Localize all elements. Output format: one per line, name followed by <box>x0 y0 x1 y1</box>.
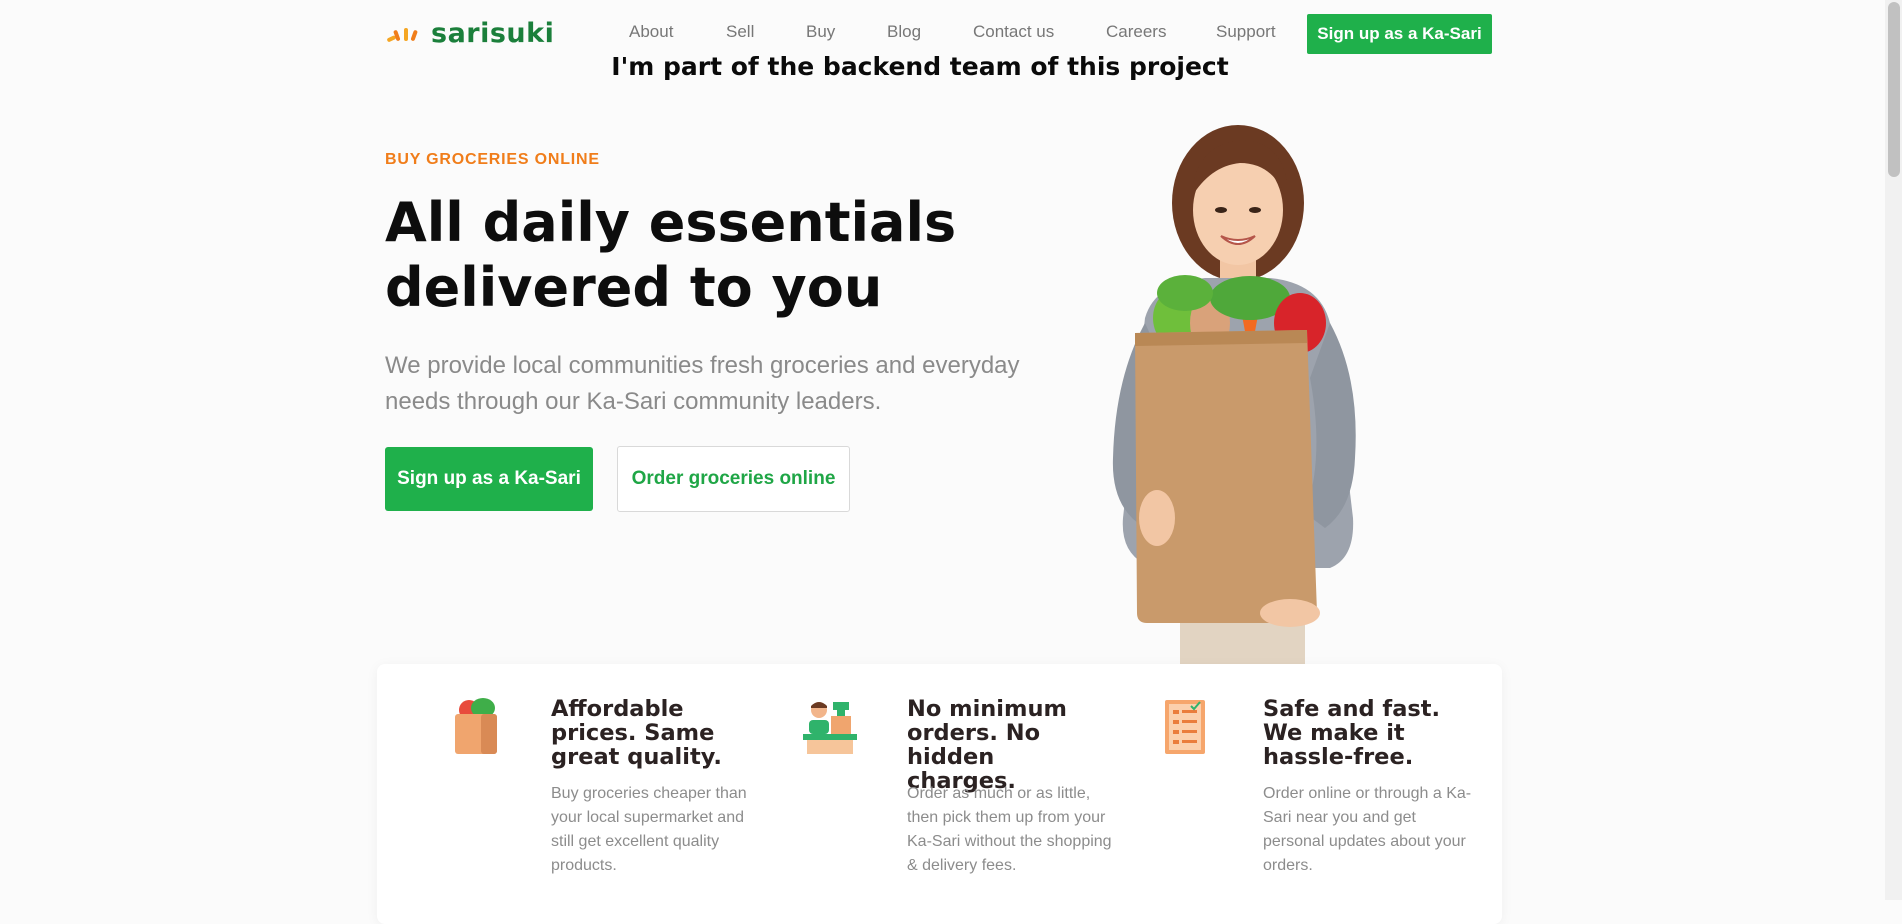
nav-about[interactable]: About <box>629 22 673 42</box>
grocery-bag-icon <box>455 698 497 754</box>
hero-subtitle: We provide local communities fresh groce… <box>385 352 1020 415</box>
overlay-caption: I'm part of the backend team of this pro… <box>611 52 1229 81</box>
checklist-icon <box>1165 700 1205 754</box>
scrollbar-thumb[interactable] <box>1888 2 1900 177</box>
nav-careers[interactable]: Careers <box>1106 22 1166 42</box>
hero-title: All daily essentials delivered to you <box>385 191 957 319</box>
feature-title: Safe and fast. We make it hassle-free. <box>1263 696 1441 770</box>
feature-title: No minimum orders. No hidden charges. <box>907 696 1067 794</box>
signup-button[interactable]: Sign up as a Ka-Sari <box>385 447 593 511</box>
order-groceries-button[interactable]: Order groceries online <box>617 446 850 512</box>
nav-buy[interactable]: Buy <box>806 22 835 42</box>
page-scrollbar[interactable] <box>1885 0 1902 900</box>
feature-title: Affordable prices. Same great quality. <box>551 696 722 770</box>
nav-support[interactable]: Support <box>1216 22 1276 42</box>
features-card: Affordable prices. Same great quality. B… <box>377 664 1502 924</box>
logo[interactable]: sarisuki <box>385 18 554 49</box>
feature-text: Buy groceries cheaper than your local su… <box>551 785 747 874</box>
header-signup-button[interactable]: Sign up as a Ka-Sari <box>1307 14 1492 54</box>
cashier-icon <box>803 702 857 754</box>
nav-blog[interactable]: Blog <box>887 22 921 42</box>
hero-woman-image <box>1112 125 1356 666</box>
logo-rays-icon <box>387 27 418 42</box>
feature-text: Order online or through a Ka-Sari near y… <box>1263 785 1472 874</box>
hero-eyebrow: BUY GROCERIES ONLINE <box>385 151 600 168</box>
nav-contact-us[interactable]: Contact us <box>973 22 1054 42</box>
logo-text: sarisuki <box>431 18 555 49</box>
feature-text: Order as much or as little, then pick th… <box>907 785 1112 874</box>
nav-sell[interactable]: Sell <box>726 22 754 42</box>
